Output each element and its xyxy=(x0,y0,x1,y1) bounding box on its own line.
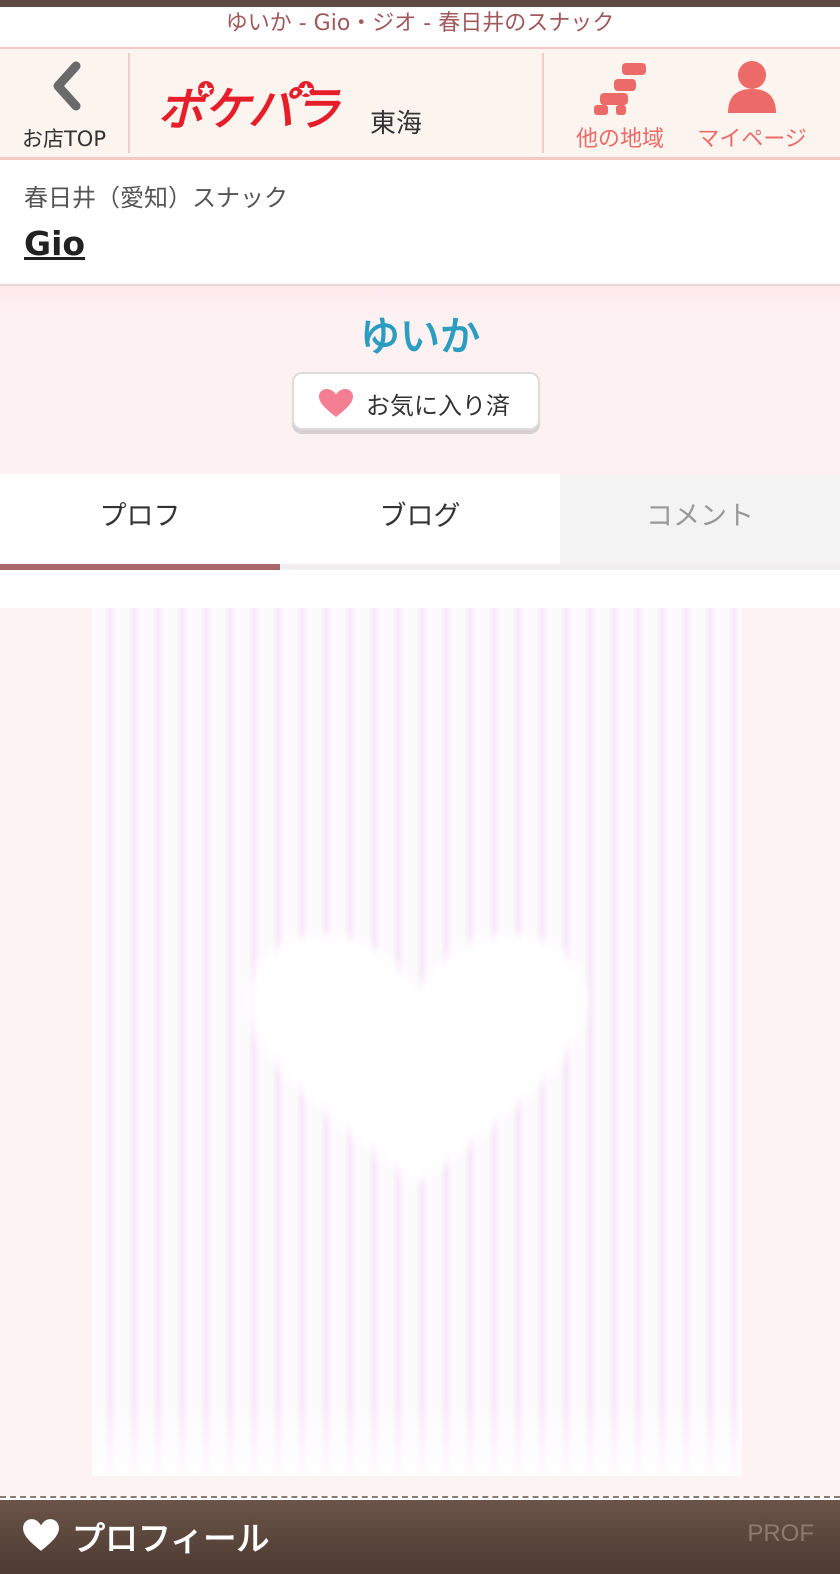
shop-category: 春日井（愛知）スナック xyxy=(24,184,288,212)
other-area-button[interactable]: 他の地域 xyxy=(560,49,680,157)
photo-fade xyxy=(92,1396,742,1476)
favorite-button[interactable]: お気に入り済 xyxy=(292,372,540,430)
tab-blog[interactable]: ブログ xyxy=(280,474,560,564)
other-area-label: 他の地域 xyxy=(575,127,664,152)
section-title: プロフィール xyxy=(72,1519,270,1558)
seat-icon xyxy=(594,63,646,115)
footer-divider xyxy=(0,1496,840,1498)
logo[interactable]: ポケパラ xyxy=(156,79,361,133)
back-label: お店TOP xyxy=(21,127,107,151)
top-border xyxy=(0,0,840,7)
region-label: 東海 xyxy=(370,109,423,139)
girl-name: ゆいか xyxy=(360,314,480,360)
section-footer: プロフィール PROF xyxy=(0,1500,840,1574)
heart-icon xyxy=(248,934,586,1185)
chevron-left-icon xyxy=(53,61,81,111)
shop-name-link[interactable]: Gio xyxy=(24,224,85,263)
favorite-label: お気に入り済 xyxy=(366,392,510,420)
heart-icon xyxy=(319,389,353,417)
tab-comment[interactable]: コメント xyxy=(560,474,840,564)
divider xyxy=(542,53,544,153)
header: お店TOP ポケパラ 東海 他の地域 マイページ xyxy=(0,49,840,160)
tab-bar: プロフ ブログ コメント xyxy=(0,474,840,570)
shop-header: 春日井（愛知）スナック Gio xyxy=(0,160,840,286)
page-title: ゆいか - Gio・ジオ - 春日井のスナック xyxy=(0,7,840,49)
girl-header: ゆいか お気に入り済 xyxy=(0,286,840,474)
back-to-shop-top-button[interactable]: お店TOP xyxy=(0,49,128,157)
mypage-label: マイページ xyxy=(697,127,807,152)
profile-content xyxy=(0,570,840,1496)
mypage-button[interactable]: マイページ xyxy=(692,49,812,157)
person-icon xyxy=(728,61,776,113)
heart-icon xyxy=(23,1519,59,1551)
divider xyxy=(128,53,130,153)
section-title-en: PROF xyxy=(747,1520,814,1547)
profile-photo[interactable] xyxy=(92,608,742,1476)
tab-profile[interactable]: プロフ xyxy=(0,474,280,564)
spacer xyxy=(0,570,840,608)
